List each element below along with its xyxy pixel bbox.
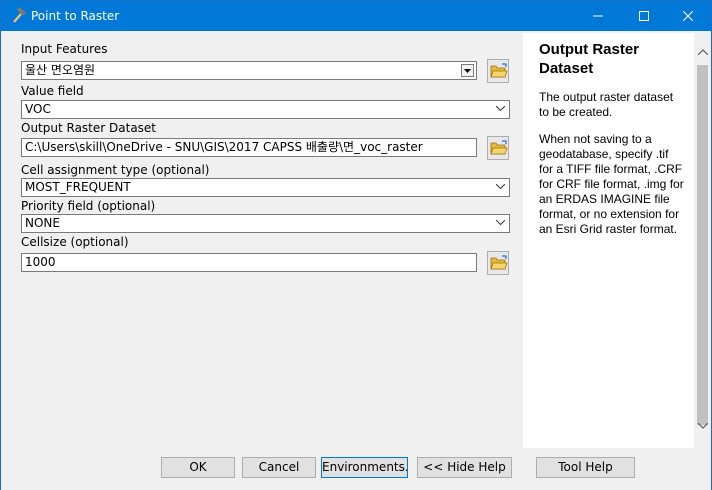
value-field-combo[interactable]: VOC [21,100,510,119]
cellsize-browse-button[interactable] [487,251,509,275]
output-raster-input[interactable]: C:\Users\skill\OneDrive - SNU\GIS\2017 C… [21,138,477,157]
cancel-button[interactable]: Cancel [242,457,316,478]
open-folder-icon [490,63,508,78]
value-field-label: Value field [21,84,84,98]
dropdown-arrow-icon [464,69,471,73]
window-title: Point to Raster [31,9,120,23]
priority-field-combo[interactable]: NONE [21,214,510,233]
cellsize-value: 1000 [25,255,56,269]
maximize-button[interactable] [621,1,667,31]
scroll-down-icon [698,423,708,429]
point-to-raster-dialog: Point to Raster Input Features 울산 면오염원 V… [0,0,712,490]
open-folder-icon [490,140,508,155]
chevron-down-icon [496,220,505,225]
input-features-label: Input Features [21,42,108,56]
hammer-icon [10,6,28,25]
scroll-up-icon [698,49,708,55]
ok-button[interactable]: OK [161,457,235,478]
cell-assignment-value: MOST_FREQUENT [25,180,131,194]
input-features-combo[interactable]: 울산 면오염원 [21,61,477,80]
tool-help-button[interactable]: Tool Help [536,457,635,478]
cellsize-label: Cellsize (optional) [21,235,129,249]
cell-assignment-dropdown-button[interactable] [492,179,509,196]
cellsize-input[interactable]: 1000 [21,253,477,272]
cell-assignment-label: Cell assignment type (optional) [21,163,210,177]
title-bar[interactable]: Point to Raster [1,1,711,31]
dialog-body: Input Features 울산 면오염원 Value field VOC O… [1,31,711,490]
minimize-button[interactable] [575,1,621,31]
cell-assignment-combo[interactable]: MOST_FREQUENT [21,178,510,197]
input-features-value: 울산 면오염원 [25,63,96,77]
priority-field-value: NONE [25,216,60,230]
hide-help-button[interactable]: << Hide Help [417,457,512,478]
chevron-down-icon [496,184,505,189]
output-raster-value: C:\Users\skill\OneDrive - SNU\GIS\2017 C… [25,140,423,154]
environments-button[interactable]: Environments... [321,457,408,478]
input-features-dropdown-button[interactable] [461,64,474,77]
output-raster-browse-button[interactable] [487,136,509,160]
help-paragraph-1: The output raster dataset to be created. [539,90,674,119]
input-features-browse-button[interactable] [487,59,509,83]
help-title: Output Raster Dataset [539,41,640,77]
help-scrollbar[interactable] [695,33,711,448]
value-field-value: VOC [25,102,51,116]
chevron-down-icon [496,106,505,111]
help-panel: Output Raster Dataset The output raster … [523,33,694,448]
value-field-dropdown-button[interactable] [492,101,509,118]
scrollbar-thumb[interactable] [697,65,708,425]
close-button[interactable] [665,1,711,31]
output-raster-label: Output Raster Dataset [21,121,157,135]
open-folder-icon [490,255,508,270]
priority-field-dropdown-button[interactable] [492,215,509,232]
help-paragraph-2: When not saving to a geodatabase, specif… [539,132,684,236]
priority-field-label: Priority field (optional) [21,199,156,213]
